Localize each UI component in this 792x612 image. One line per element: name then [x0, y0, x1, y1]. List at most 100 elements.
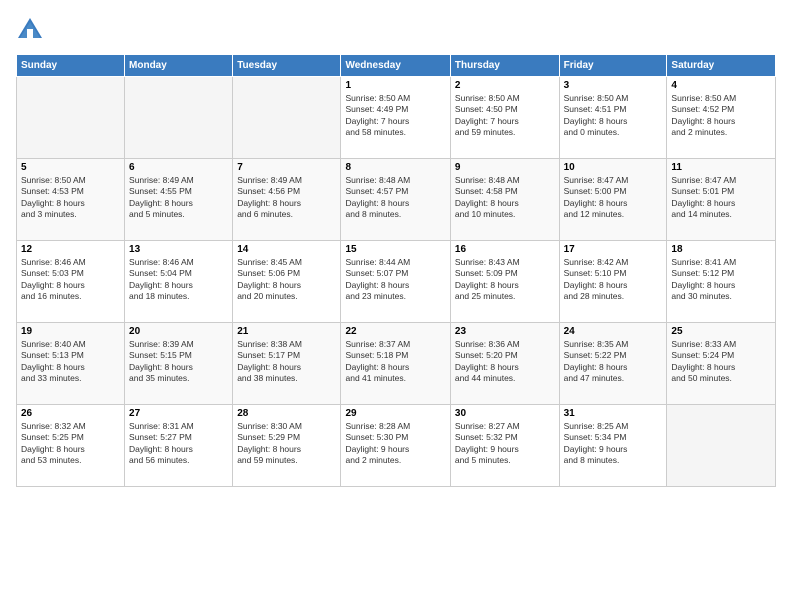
day-info: Sunrise: 8:46 AM Sunset: 5:03 PM Dayligh… [21, 257, 120, 303]
day-info: Sunrise: 8:35 AM Sunset: 5:22 PM Dayligh… [564, 339, 663, 385]
day-number: 24 [564, 326, 663, 337]
day-info: Sunrise: 8:49 AM Sunset: 4:56 PM Dayligh… [237, 175, 336, 221]
day-number: 7 [237, 162, 336, 173]
day-number: 11 [671, 162, 771, 173]
day-info: Sunrise: 8:31 AM Sunset: 5:27 PM Dayligh… [129, 421, 228, 467]
day-number: 27 [129, 408, 228, 419]
weekday-header-wednesday: Wednesday [341, 55, 450, 77]
day-info: Sunrise: 8:42 AM Sunset: 5:10 PM Dayligh… [564, 257, 663, 303]
calendar-cell [125, 77, 233, 159]
weekday-header-thursday: Thursday [450, 55, 559, 77]
calendar-page: SundayMondayTuesdayWednesdayThursdayFrid… [0, 0, 792, 612]
day-info: Sunrise: 8:47 AM Sunset: 5:01 PM Dayligh… [671, 175, 771, 221]
calendar-cell: 20 Sunrise: 8:39 AM Sunset: 5:15 PM Dayli… [125, 323, 233, 405]
calendar-cell [17, 77, 125, 159]
day-number: 1 [345, 80, 445, 91]
day-number: 19 [21, 326, 120, 337]
day-info: Sunrise: 8:50 AM Sunset: 4:49 PM Dayligh… [345, 93, 445, 139]
calendar-cell: 12 Sunrise: 8:46 AM Sunset: 5:03 PM Dayli… [17, 241, 125, 323]
calendar-cell [667, 405, 776, 487]
day-number: 26 [21, 408, 120, 419]
calendar-cell: 19 Sunrise: 8:40 AM Sunset: 5:13 PM Dayli… [17, 323, 125, 405]
day-info: Sunrise: 8:33 AM Sunset: 5:24 PM Dayligh… [671, 339, 771, 385]
calendar-week-row: 12 Sunrise: 8:46 AM Sunset: 5:03 PM Dayli… [17, 241, 776, 323]
day-info: Sunrise: 8:39 AM Sunset: 5:15 PM Dayligh… [129, 339, 228, 385]
calendar-cell: 14 Sunrise: 8:45 AM Sunset: 5:06 PM Dayli… [233, 241, 341, 323]
calendar-cell: 6 Sunrise: 8:49 AM Sunset: 4:55 PM Daylig… [125, 159, 233, 241]
calendar-cell: 23Sunrise: 8:36 AM Sunset: 5:20 PM Dayli… [450, 323, 559, 405]
day-info: Sunrise: 8:27 AM Sunset: 5:32 PM Dayligh… [455, 421, 555, 467]
day-info: Sunrise: 8:48 AM Sunset: 4:58 PM Dayligh… [455, 175, 555, 221]
day-number: 30 [455, 408, 555, 419]
calendar-cell: 1 Sunrise: 8:50 AM Sunset: 4:49 PM Daylig… [341, 77, 450, 159]
day-number: 5 [21, 162, 120, 173]
weekday-header-saturday: Saturday [667, 55, 776, 77]
day-number: 14 [237, 244, 336, 255]
calendar-cell: 27 Sunrise: 8:31 AM Sunset: 5:27 PM Dayli… [125, 405, 233, 487]
calendar-cell: 28Sunrise: 8:30 AM Sunset: 5:29 PM Dayli… [233, 405, 341, 487]
day-info: Sunrise: 8:50 AM Sunset: 4:53 PM Dayligh… [21, 175, 120, 221]
day-number: 13 [129, 244, 228, 255]
day-number: 31 [564, 408, 663, 419]
calendar-cell: 7 Sunrise: 8:49 AM Sunset: 4:56 PM Daylig… [233, 159, 341, 241]
logo [16, 16, 48, 44]
day-info: Sunrise: 8:48 AM Sunset: 4:57 PM Dayligh… [345, 175, 445, 221]
calendar-cell [233, 77, 341, 159]
day-info: Sunrise: 8:37 AM Sunset: 5:18 PM Dayligh… [345, 339, 445, 385]
weekday-header-row: SundayMondayTuesdayWednesdayThursdayFrid… [17, 55, 776, 77]
calendar-week-row: 5 Sunrise: 8:50 AM Sunset: 4:53 PM Daylig… [17, 159, 776, 241]
calendar-cell: 5 Sunrise: 8:50 AM Sunset: 4:53 PM Daylig… [17, 159, 125, 241]
day-info: Sunrise: 8:32 AM Sunset: 5:25 PM Dayligh… [21, 421, 120, 467]
calendar-cell: 18 Sunrise: 8:41 AM Sunset: 5:12 PM Dayli… [667, 241, 776, 323]
day-info: Sunrise: 8:43 AM Sunset: 5:09 PM Dayligh… [455, 257, 555, 303]
day-number: 8 [345, 162, 445, 173]
calendar-cell: 25 Sunrise: 8:33 AM Sunset: 5:24 PM Dayli… [667, 323, 776, 405]
day-info: Sunrise: 8:38 AM Sunset: 5:17 PM Dayligh… [237, 339, 336, 385]
day-number: 2 [455, 80, 555, 91]
calendar-cell: 9 Sunrise: 8:48 AM Sunset: 4:58 PM Daylig… [450, 159, 559, 241]
calendar-week-row: 26 Sunrise: 8:32 AM Sunset: 5:25 PM Dayli… [17, 405, 776, 487]
day-info: Sunrise: 8:44 AM Sunset: 5:07 PM Dayligh… [345, 257, 445, 303]
weekday-header-sunday: Sunday [17, 55, 125, 77]
calendar-cell: 8 Sunrise: 8:48 AM Sunset: 4:57 PM Daylig… [341, 159, 450, 241]
day-info: Sunrise: 8:41 AM Sunset: 5:12 PM Dayligh… [671, 257, 771, 303]
calendar-week-row: 1 Sunrise: 8:50 AM Sunset: 4:49 PM Daylig… [17, 77, 776, 159]
day-info: Sunrise: 8:40 AM Sunset: 5:13 PM Dayligh… [21, 339, 120, 385]
day-number: 6 [129, 162, 228, 173]
day-info: Sunrise: 8:49 AM Sunset: 4:55 PM Dayligh… [129, 175, 228, 221]
day-info: Sunrise: 8:45 AM Sunset: 5:06 PM Dayligh… [237, 257, 336, 303]
calendar-cell: 4 Sunrise: 8:50 AM Sunset: 4:52 PM Daylig… [667, 77, 776, 159]
day-number: 29 [345, 408, 445, 419]
calendar-cell: 22 Sunrise: 8:37 AM Sunset: 5:18 PM Dayli… [341, 323, 450, 405]
calendar-cell: 21Sunrise: 8:38 AM Sunset: 5:17 PM Dayli… [233, 323, 341, 405]
calendar-cell: 2 Sunrise: 8:50 AM Sunset: 4:50 PM Daylig… [450, 77, 559, 159]
day-info: Sunrise: 8:50 AM Sunset: 4:50 PM Dayligh… [455, 93, 555, 139]
day-info: Sunrise: 8:25 AM Sunset: 5:34 PM Dayligh… [564, 421, 663, 467]
day-number: 16 [455, 244, 555, 255]
day-number: 25 [671, 326, 771, 337]
calendar-week-row: 19 Sunrise: 8:40 AM Sunset: 5:13 PM Dayli… [17, 323, 776, 405]
day-info: Sunrise: 8:30 AM Sunset: 5:29 PM Dayligh… [237, 421, 336, 467]
day-number: 15 [345, 244, 445, 255]
day-info: Sunrise: 8:36 AM Sunset: 5:20 PM Dayligh… [455, 339, 555, 385]
calendar-cell: 11 Sunrise: 8:47 AM Sunset: 5:01 PM Dayli… [667, 159, 776, 241]
day-info: Sunrise: 8:47 AM Sunset: 5:00 PM Dayligh… [564, 175, 663, 221]
day-number: 22 [345, 326, 445, 337]
day-number: 9 [455, 162, 555, 173]
calendar-cell: 17Sunrise: 8:42 AM Sunset: 5:10 PM Dayli… [559, 241, 667, 323]
day-number: 18 [671, 244, 771, 255]
day-number: 4 [671, 80, 771, 91]
day-info: Sunrise: 8:46 AM Sunset: 5:04 PM Dayligh… [129, 257, 228, 303]
calendar-cell: 3 Sunrise: 8:50 AM Sunset: 4:51 PM Daylig… [559, 77, 667, 159]
day-info: Sunrise: 8:50 AM Sunset: 4:51 PM Dayligh… [564, 93, 663, 139]
day-number: 20 [129, 326, 228, 337]
calendar-table: SundayMondayTuesdayWednesdayThursdayFrid… [16, 54, 776, 487]
calendar-cell: 16 Sunrise: 8:43 AM Sunset: 5:09 PM Dayli… [450, 241, 559, 323]
calendar-cell: 29Sunrise: 8:28 AM Sunset: 5:30 PM Dayli… [341, 405, 450, 487]
calendar-cell: 13 Sunrise: 8:46 AM Sunset: 5:04 PM Dayli… [125, 241, 233, 323]
logo-icon [16, 16, 44, 44]
day-info: Sunrise: 8:50 AM Sunset: 4:52 PM Dayligh… [671, 93, 771, 139]
header [16, 16, 776, 44]
day-number: 3 [564, 80, 663, 91]
day-number: 12 [21, 244, 120, 255]
